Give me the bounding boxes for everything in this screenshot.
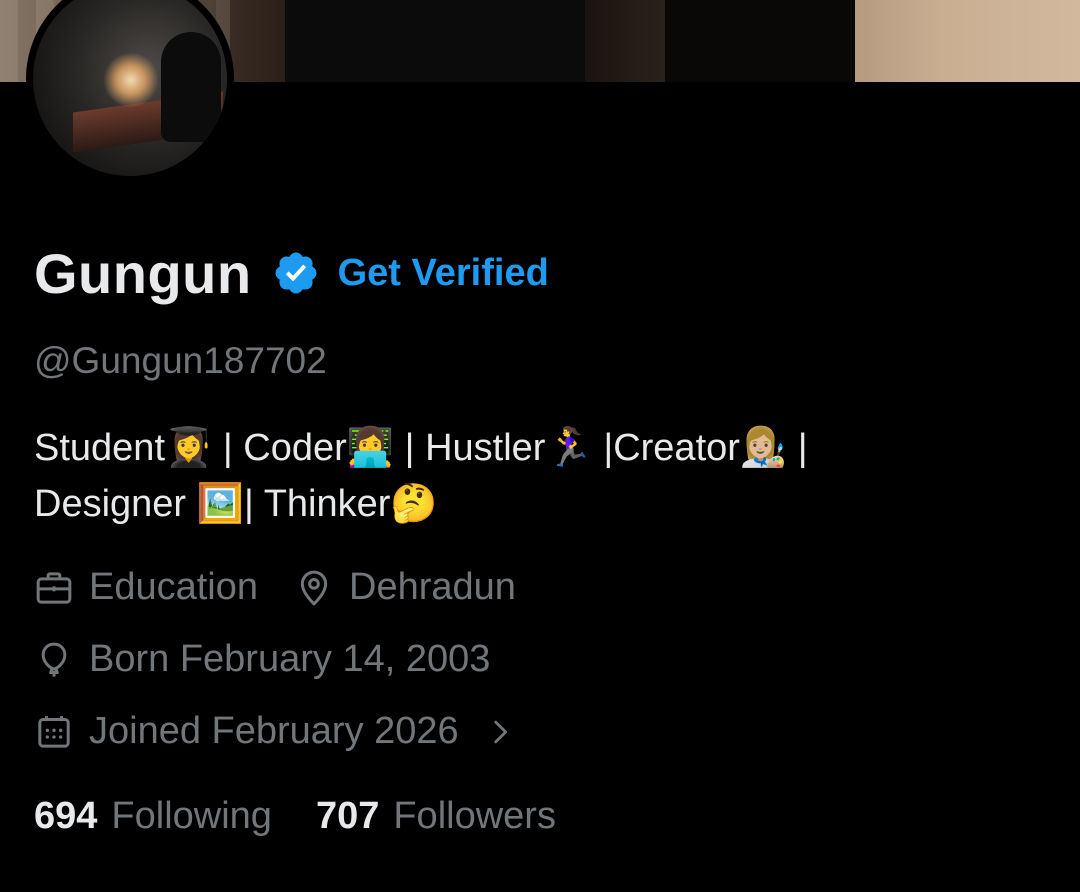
briefcase-icon <box>34 568 74 608</box>
chevron-right-icon[interactable] <box>483 715 517 749</box>
user-handle: @Gungun187702 <box>34 340 327 381</box>
banner-segment <box>285 0 585 82</box>
bio-line: Designer 🖼️| Thinker🤔 <box>34 483 438 525</box>
calendar-icon <box>34 712 74 752</box>
banner-segment <box>230 0 285 82</box>
avatar-silhouette <box>161 32 221 142</box>
location-text: Dehradun <box>349 566 516 608</box>
profession-text: Education <box>89 566 259 608</box>
profile-bio: Student👩‍🎓 | Coder👩‍💻 | Hustler🏃‍♀️ |Cre… <box>34 420 1044 532</box>
profile-meta-row: Education Dehradun <box>34 566 516 609</box>
follow-stats: 694 Following 707 Followers <box>34 795 556 838</box>
name-row: Gungun Get Verified <box>34 240 549 306</box>
joined-row[interactable]: Joined February 2026 <box>34 710 517 753</box>
banner-segment <box>585 0 665 82</box>
following-link[interactable]: 694 Following <box>34 795 272 838</box>
following-label: Following <box>111 795 272 837</box>
avatar-image <box>33 0 227 176</box>
following-count: 694 <box>34 795 98 837</box>
avatar[interactable] <box>26 0 234 183</box>
followers-count: 707 <box>315 795 380 837</box>
banner-segment <box>855 0 1080 82</box>
joined-text: Joined February 2026 <box>89 710 459 752</box>
avatar-lamp-glow <box>103 52 159 108</box>
bio-line: Student👩‍🎓 | Coder👩‍💻 | Hustler🏃‍♀️ |Cre… <box>34 427 808 469</box>
birthday-text: Born February 14, 2003 <box>89 638 491 680</box>
get-verified-link[interactable]: Get Verified <box>338 252 549 295</box>
banner-segment <box>665 0 855 82</box>
followers-label: Followers <box>393 795 556 837</box>
balloon-icon <box>34 640 74 680</box>
verified-badge-icon[interactable] <box>272 249 320 297</box>
display-name: Gungun <box>34 241 252 305</box>
followers-link[interactable]: 707 Followers <box>316 795 556 838</box>
profile-meta-row: Born February 14, 2003 <box>34 638 490 681</box>
location-pin-icon <box>294 568 334 608</box>
